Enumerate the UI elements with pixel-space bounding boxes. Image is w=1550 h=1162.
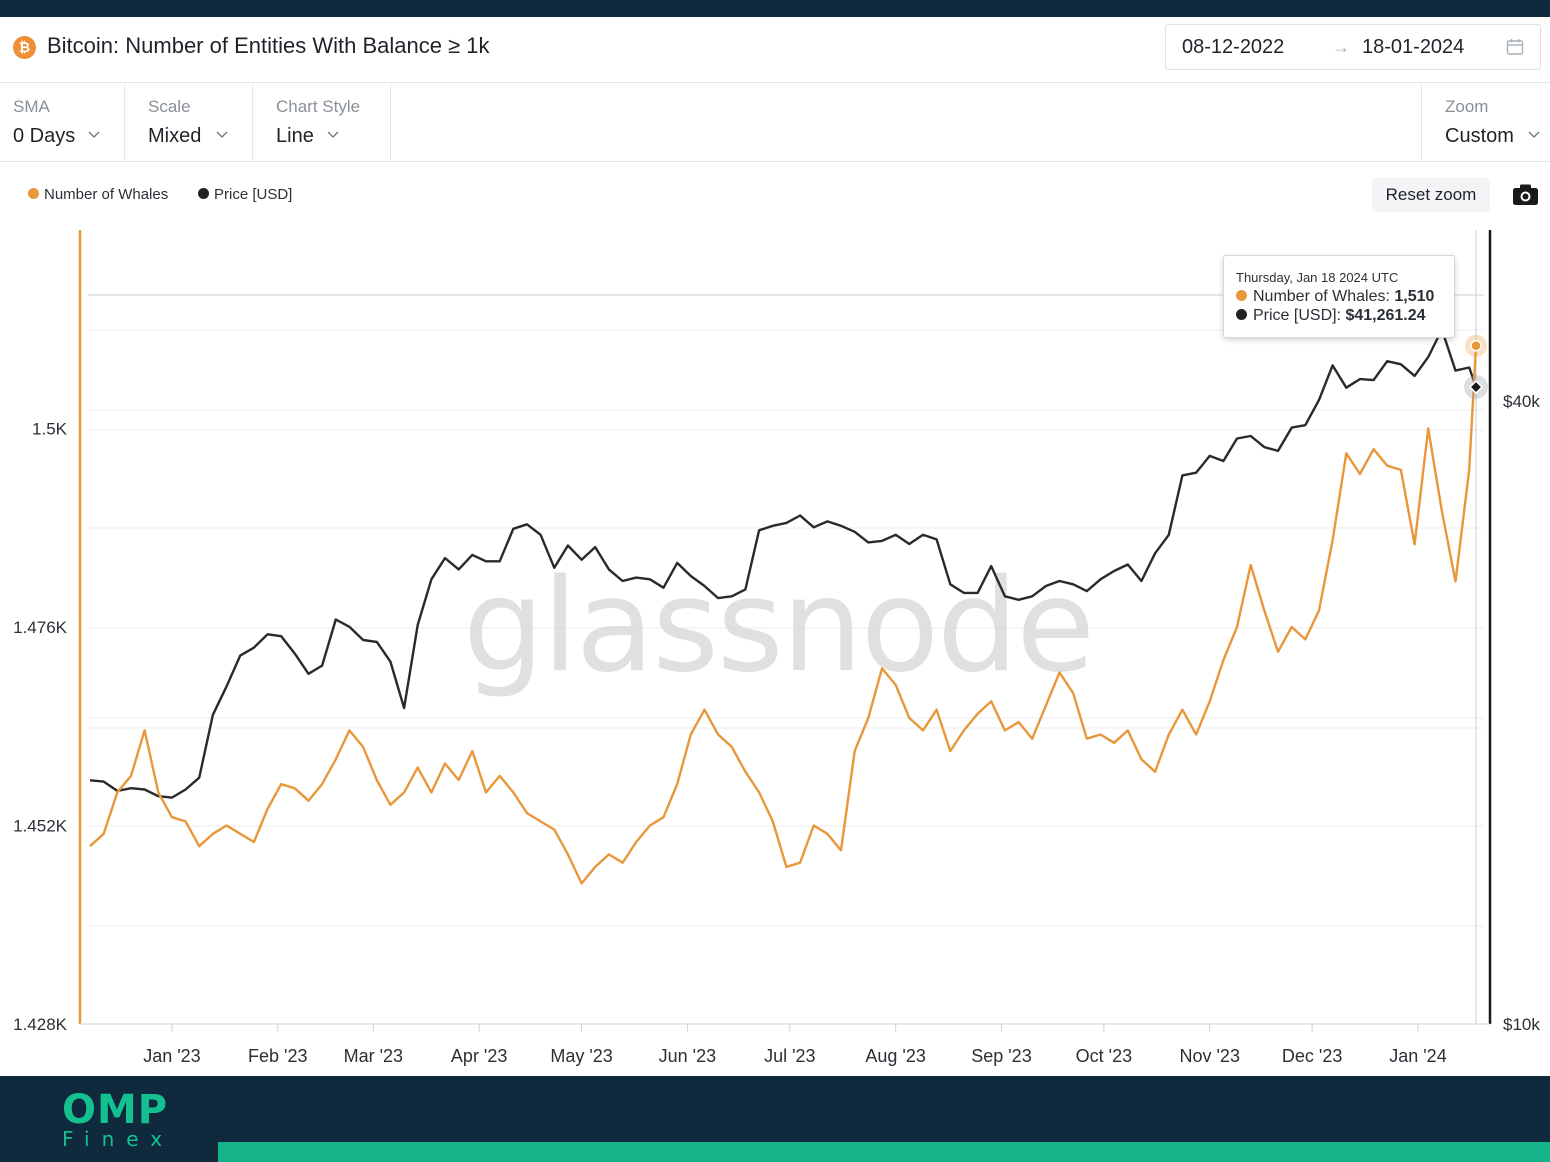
sma-label: SMA <box>13 97 50 116</box>
scale-dropdown[interactable]: Scale Mixed <box>125 84 253 161</box>
brand-logo-sub: Finex <box>62 1127 175 1151</box>
zoom-value[interactable]: Custom <box>1445 124 1514 148</box>
calendar-icon[interactable] <box>1506 38 1524 56</box>
legend-item-price[interactable]: Price [USD] <box>198 185 292 205</box>
y-left-ticks: 1.428K 1.452K 1.476K 1.5K <box>13 420 68 1035</box>
marker-whales <box>1470 340 1482 352</box>
y-right-tick-label: $40k <box>1503 392 1540 411</box>
x-tick-label: Feb '23 <box>248 1046 307 1066</box>
x-tick-label: Jan '24 <box>1389 1046 1446 1066</box>
chevron-down-icon[interactable] <box>88 128 100 140</box>
legend-item-whales[interactable]: Number of Whales <box>28 185 168 205</box>
brand-logo: OMP <box>62 1087 169 1133</box>
tooltip-row-whales: Number of Whales: 1,510 <box>1236 287 1434 306</box>
chart-style-dropdown[interactable]: Chart Style Line <box>253 84 391 161</box>
legend-dot-price <box>198 188 209 200</box>
arrow-right-icon: → <box>1332 37 1350 57</box>
top-strip <box>0 0 1550 17</box>
y-left-tick-label: 1.476K <box>13 618 68 637</box>
x-axis-ticks: Jan '23 Feb '23 Mar '23 Apr '23 May '23 Jun '… <box>143 1024 1447 1066</box>
date-end-field[interactable]: 18-01-2024 <box>1362 35 1464 59</box>
zoom-label: Zoom <box>1445 97 1489 116</box>
date-start-field[interactable]: 08-12-2022 <box>1182 35 1284 59</box>
tooltip-date: Thursday, Jan 18 2024 UTC <box>1236 270 1399 285</box>
x-tick-label: Aug '23 <box>865 1046 926 1066</box>
header: ₿ Bitcoin: Number of Entities With Balan… <box>0 17 1550 83</box>
date-range-picker[interactable]: 08-12-2022 → 18-01-2024 <box>1165 24 1541 70</box>
reset-zoom-button[interactable]: Reset zoom <box>1372 178 1490 212</box>
x-tick-label: Jun '23 <box>659 1046 716 1066</box>
camera-icon[interactable] <box>1512 183 1539 207</box>
watermark-text: glassnode <box>463 552 1093 701</box>
chart-area: glassnode Jan '23 Feb '23 Mar '23 Apr '23 Ma… <box>13 230 1540 1066</box>
x-tick-label: Nov '23 <box>1179 1046 1239 1066</box>
x-tick-label: Sep '23 <box>971 1046 1032 1066</box>
x-tick-label: Apr '23 <box>451 1046 507 1066</box>
y-right-tick-label: $10k <box>1503 1015 1540 1034</box>
y-right-ticks: $10k $40k <box>1503 392 1540 1034</box>
y-left-tick-label: 1.452K <box>13 817 68 836</box>
bitcoin-icon: ₿ <box>13 36 36 59</box>
sma-dropdown[interactable]: SMA 0 Days <box>0 84 125 161</box>
x-tick-label: Jul '23 <box>764 1046 815 1066</box>
chart-tooltip: Thursday, Jan 18 2024 UTC Number of Whal… <box>1223 255 1455 338</box>
x-tick-label: Oct '23 <box>1076 1046 1132 1066</box>
y-left-tick-label: 1.428K <box>13 1015 68 1034</box>
x-tick-label: Dec '23 <box>1282 1046 1342 1066</box>
legend-label-price: Price [USD] <box>214 186 293 203</box>
scale-value[interactable]: Mixed <box>148 124 201 148</box>
chart-controls: SMA 0 Days Scale Mixed Chart Style Line … <box>0 84 1550 162</box>
chevron-down-icon[interactable] <box>327 128 339 140</box>
sma-value[interactable]: 0 Days <box>13 124 75 148</box>
footer-accent-bar <box>218 1142 1550 1162</box>
footer: OMP Finex <box>0 1076 1550 1162</box>
chart-style-value[interactable]: Line <box>276 124 314 148</box>
legend-dot-whales <box>28 188 39 200</box>
scale-label: Scale <box>148 97 191 116</box>
x-tick-label: May '23 <box>550 1046 612 1066</box>
page-title: Bitcoin: Number of Entities With Balance… <box>47 33 490 58</box>
chevron-down-icon[interactable] <box>216 128 228 140</box>
tooltip-label-whales: Number of Whales: <box>1253 288 1395 305</box>
y-left-tick-label: 1.5K <box>32 420 68 439</box>
legend-label-whales: Number of Whales <box>44 186 169 203</box>
tooltip-label-price: Price [USD]: <box>1253 307 1346 324</box>
tooltip-row-price: Price [USD]: $41,261.24 <box>1236 306 1426 325</box>
chevron-down-icon[interactable] <box>1528 128 1540 140</box>
x-tick-label: Jan '23 <box>143 1046 200 1066</box>
chart-style-label: Chart Style <box>276 97 361 116</box>
tooltip-dot-whales <box>1236 289 1247 301</box>
x-tick-label: Mar '23 <box>344 1046 403 1066</box>
tooltip-value-whales: 1,510 <box>1394 288 1435 305</box>
zoom-dropdown[interactable]: Zoom Custom <box>1421 84 1550 161</box>
tooltip-dot-price <box>1236 308 1247 320</box>
tooltip-value-price: $41,261.24 <box>1345 307 1426 324</box>
